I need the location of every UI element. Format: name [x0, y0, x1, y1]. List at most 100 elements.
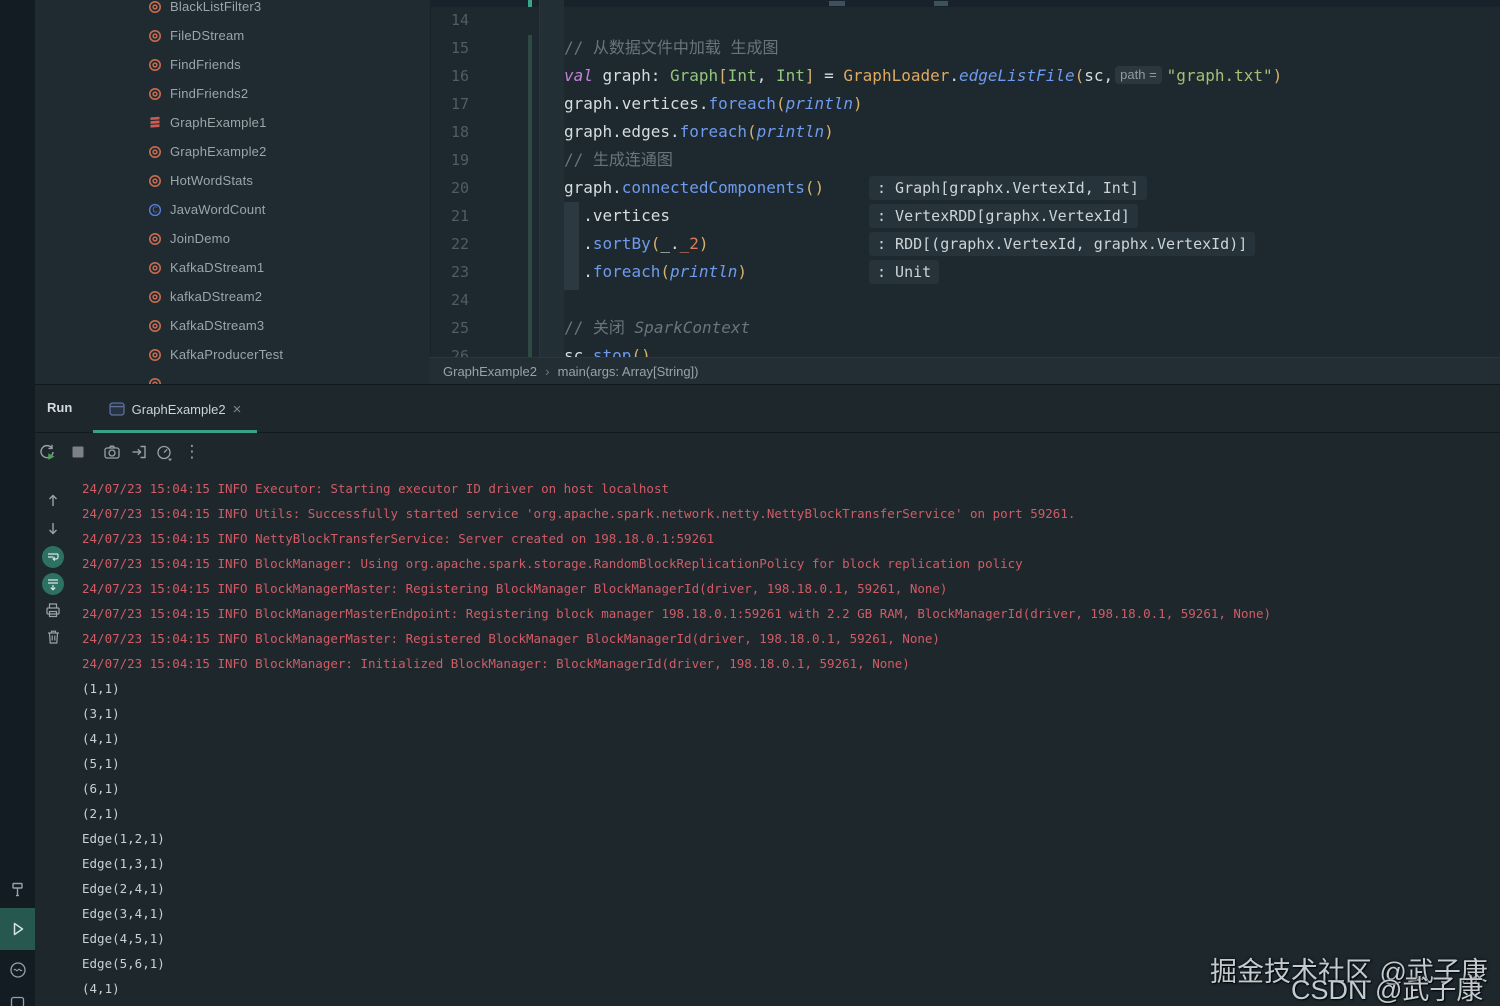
sidebar-item-label: FileDStream — [170, 28, 245, 43]
profiler-gauge-icon[interactable] — [151, 439, 177, 465]
sidebar-item-joindemo[interactable]: JoinDemo — [35, 224, 430, 253]
rerun-icon[interactable] — [34, 439, 60, 465]
console-log-line: 24/07/23 15:04:15 INFO Utils: Successful… — [82, 506, 1076, 521]
line-number: 20 — [450, 179, 469, 197]
stop-icon[interactable] — [65, 439, 91, 465]
console-log-line: 24/07/23 15:04:15 INFO NettyBlockTransfe… — [82, 531, 715, 546]
more-options-kebab-icon[interactable]: ⋮ — [179, 439, 205, 465]
clear-all-trash-icon[interactable] — [35, 628, 71, 646]
sidebar-item-kafkaproducertest[interactable]: KafkaProducerTest — [35, 340, 430, 369]
console-log-line: 24/07/23 15:04:15 INFO Executor: Startin… — [82, 481, 669, 496]
line-number: 15 — [450, 39, 469, 57]
scroll-mark — [528, 0, 532, 7]
jump-to-source-icon[interactable] — [126, 439, 152, 465]
line-number: 14 — [450, 11, 469, 29]
run-toolbar: ⋮ — [35, 433, 1500, 473]
sidebar-item-partial[interactable] — [35, 369, 430, 384]
console-stdout-line: Edge(1,2,1) — [82, 831, 165, 846]
left-tool-stripe — [0, 0, 35, 1006]
sidebar-item-kafkadstream3[interactable]: KafkaDStream3 — [35, 311, 430, 340]
code-line-26: sc.stop() — [564, 346, 651, 357]
console-stdout-line: (6,1) — [82, 781, 120, 796]
scala-object-icon — [148, 290, 162, 304]
sidebar-item-blacklistfilter3[interactable]: BlackListFilter3 — [35, 0, 430, 21]
sidebar-item-label: KafkaDStream1 — [170, 260, 265, 275]
breadcrumb-class[interactable]: GraphExample2 — [443, 364, 537, 379]
sidebar-item-label: BlackListFilter3 — [170, 0, 262, 14]
prev-occurrence-icon[interactable] — [35, 492, 71, 509]
line-number: 25 — [450, 319, 469, 337]
vcs-change-bar — [528, 35, 532, 357]
sidebar-item-label: KafkaDStream3 — [170, 318, 265, 333]
line-number: 21 — [450, 207, 469, 225]
scala-class-icon — [148, 116, 162, 130]
sidebar-item-findfriends2[interactable]: FindFriends2 — [35, 79, 430, 108]
sidebar-item-graphexample2[interactable]: GraphExample2 — [35, 137, 430, 166]
sidebar-item-label: kafkaDStream2 — [170, 289, 263, 304]
breadcrumb-separator-icon: › — [544, 363, 550, 379]
line-number: 23 — [450, 263, 469, 281]
print-icon[interactable] — [35, 601, 71, 619]
camera-snapshot-icon[interactable] — [99, 439, 125, 465]
soft-wrap-toggle-icon[interactable] — [35, 546, 71, 568]
line-number: 17 — [450, 95, 469, 113]
line-number: 22 — [450, 235, 469, 253]
build-hammer-icon[interactable] — [0, 878, 35, 900]
scala-object-icon — [148, 348, 162, 362]
scala-object-icon — [148, 261, 162, 275]
type-hint-line-23: : Unit — [869, 260, 940, 284]
console-stdout-line: (3,1) — [82, 706, 120, 721]
sidebar-item-kafkadstream2[interactable]: kafkaDStream2 — [35, 282, 430, 311]
sidebar-item-hotwordstats[interactable]: HotWordStats — [35, 166, 430, 195]
sidebar-item-label: JavaWordCount — [170, 202, 266, 217]
editor-pane[interactable]: 14 15 16 17 18 19 20 21 22 23 24 25 26 // 从数据文件中加载 生… — [430, 0, 1500, 357]
scala-object-icon — [148, 232, 162, 246]
console-stdout-line: (5,1) — [82, 756, 120, 771]
run-panel-title: Run — [47, 400, 73, 415]
type-hint-line-20: : Graph[graphx.VertexId, Int] — [869, 176, 1147, 200]
code-line-18: graph.edges.foreach(println) — [564, 122, 834, 141]
scala-object-icon — [148, 319, 162, 333]
sidebar-item-filedstream[interactable]: FileDStream — [35, 21, 430, 50]
code-line-15: // 从数据文件中加载 生成图 — [564, 38, 779, 57]
code-line-19: // 生成连通图 — [564, 150, 673, 169]
scala-object-icon — [148, 29, 162, 43]
sidebar-item-javawordcount[interactable]: C JavaWordCount — [35, 195, 430, 224]
sidebar-item-label: HotWordStats — [170, 173, 254, 188]
sidebar-item-label: FindFriends2 — [170, 86, 249, 101]
run-panel-header: Run GraphExample2 × — [35, 385, 1500, 433]
console-stdout-line: Edge(1,3,1) — [82, 856, 165, 871]
scala-object-icon — [148, 174, 162, 188]
sidebar-item-label: KafkaProducerTest — [170, 347, 284, 362]
ide-window: BlackListFilter3 FileDStream FindFriends Fi… — [0, 0, 1500, 1006]
code-line-16: val graph: Graph[Int, Int] = GraphLoader… — [564, 66, 1283, 85]
sidebar-item-label: JoinDemo — [170, 231, 231, 246]
type-hint-line-21: : VertexRDD[graphx.VertexId] — [869, 204, 1138, 228]
run-panel: Run GraphExample2 × ⋮ 24/07/23 15:04:15 … — [35, 384, 1500, 1006]
run-tool-window-button[interactable] — [0, 908, 35, 950]
scala-object-icon — [148, 145, 162, 159]
run-tab-label: GraphExample2 — [131, 401, 226, 417]
close-icon[interactable]: × — [233, 401, 242, 418]
line-number: 16 — [450, 67, 469, 85]
sidebar-item-kafkadstream1[interactable]: KafkaDStream1 — [35, 253, 430, 282]
breadcrumb-method[interactable]: main(args: Array[String]) — [558, 364, 699, 379]
next-occurrence-icon[interactable] — [35, 520, 71, 537]
sidebar-item-findfriends[interactable]: FindFriends — [35, 50, 430, 79]
java-class-icon: C — [148, 203, 162, 217]
line-number: 24 — [450, 291, 469, 309]
sidebar-item-label: GraphExample1 — [170, 115, 267, 130]
todo-tool-icon[interactable] — [0, 958, 35, 982]
scroll-to-end-icon[interactable] — [35, 573, 71, 595]
console-log-line: 24/07/23 15:04:15 INFO BlockManagerMaste… — [82, 631, 940, 646]
console-log-line: 24/07/23 15:04:15 INFO BlockManager: Usi… — [82, 556, 1023, 571]
bottom-tool-icon[interactable] — [0, 996, 35, 1006]
scala-object-icon — [148, 87, 162, 101]
console-log-line: 24/07/23 15:04:15 INFO BlockManager: Ini… — [82, 656, 910, 671]
console-stdout-line: (2,1) — [82, 806, 120, 821]
run-tab-graphexample2[interactable]: GraphExample2 × — [93, 385, 257, 433]
sidebar-item-graphexample1[interactable]: GraphExample1 — [35, 108, 430, 137]
breadcrumb: GraphExample2 › main(args: Array[String]… — [430, 357, 1500, 384]
